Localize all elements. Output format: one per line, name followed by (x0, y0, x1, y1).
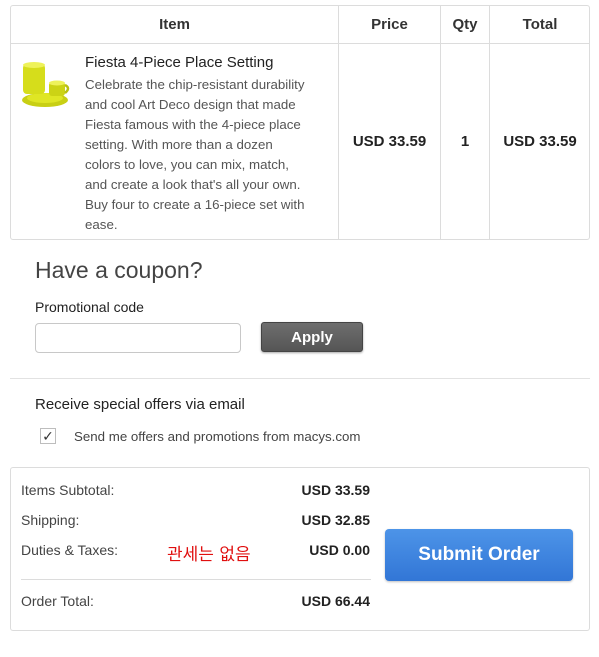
item-qty: 1 (460, 133, 470, 150)
promo-code-input[interactable] (35, 323, 241, 353)
duties-note: 관세는 없음 (167, 545, 251, 565)
shipping-label: Shipping: (21, 512, 80, 528)
summary-divider (21, 579, 371, 580)
duties-value: USD 0.00 (309, 542, 370, 558)
item-price: USD 33.59 (352, 133, 427, 150)
order-summary: Items Subtotal: USD 33.59 Shipping: USD … (10, 467, 590, 631)
promo-code-label: Promotional code (35, 299, 144, 315)
item-total: USD 33.59 (503, 133, 577, 150)
product-description: Celebrate the chip-resistant durability … (85, 77, 305, 232)
header-price: Price (371, 16, 408, 33)
product-image[interactable] (21, 58, 71, 110)
offers-title: Receive special offers via email (35, 396, 245, 413)
order-total-label: Order Total: (21, 593, 94, 609)
cart-table: Item Price Qty Total Fiesta 4-Piece Plac… (10, 5, 590, 240)
section-divider (10, 378, 590, 379)
coupon-title: Have a coupon? (35, 257, 203, 283)
apply-button[interactable]: Apply (261, 322, 363, 352)
subtotal-value: USD 33.59 (301, 482, 370, 498)
order-total-value: USD 66.44 (301, 593, 370, 609)
duties-label: Duties & Taxes: (21, 542, 119, 558)
header-item: Item (159, 16, 190, 33)
offers-checkbox[interactable]: ✓ (40, 428, 56, 444)
header-qty: Qty (452, 16, 478, 33)
header-total: Total (522, 16, 558, 33)
submit-order-button[interactable]: Submit Order (385, 529, 573, 581)
shipping-value: USD 32.85 (301, 512, 370, 528)
checkmark-icon: ✓ (42, 428, 54, 444)
subtotal-label: Items Subtotal: (21, 482, 115, 498)
product-name[interactable]: Fiesta 4-Piece Place Setting (85, 54, 273, 71)
offers-checkbox-label[interactable]: Send me offers and promotions from macys… (74, 429, 361, 444)
